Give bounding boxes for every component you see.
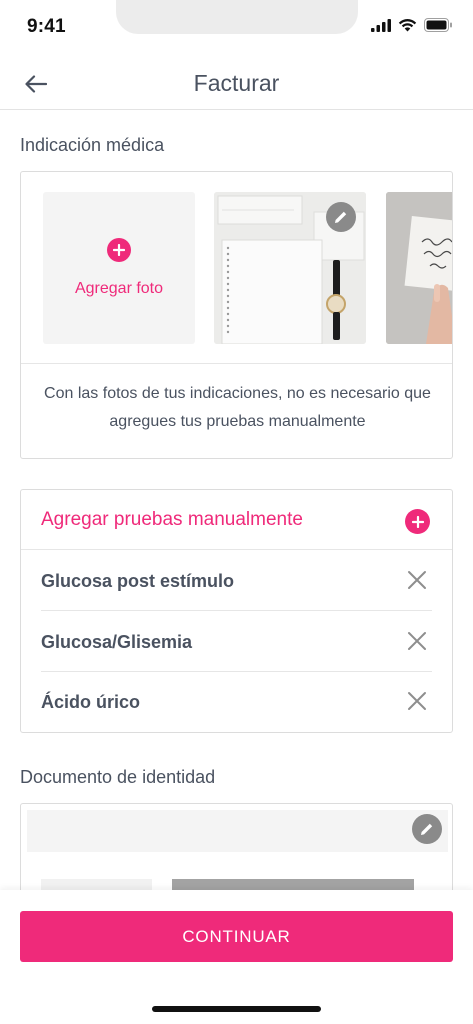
test-item: Glucosa post estímulo — [41, 551, 432, 611]
close-icon — [408, 632, 426, 650]
status-bar: 9:41 — [0, 0, 473, 56]
test-item-label: Ácido úrico — [41, 692, 141, 712]
wifi-icon — [398, 19, 417, 32]
close-icon — [408, 692, 426, 710]
test-item-label: Glucosa/Glisemia — [41, 632, 193, 652]
signal-icon — [371, 18, 391, 32]
device-notch — [116, 0, 358, 34]
photo-thumbnail[interactable] — [214, 192, 366, 344]
identity-document-label: Documento de identidad — [20, 767, 216, 787]
medical-indication-label: Indicación médica — [20, 135, 165, 155]
document-preview-strip — [27, 810, 448, 852]
edit-document-button[interactable] — [412, 814, 442, 844]
remove-test-button[interactable] — [406, 569, 428, 591]
footer-bar: CONTINUAR — [0, 890, 473, 1024]
photo-thumbnail[interactable] — [386, 192, 452, 344]
add-tests-manually-button[interactable]: Agregar pruebas manualmente — [21, 490, 452, 550]
add-photo-label: Agregar foto — [74, 280, 164, 297]
status-icons — [371, 18, 453, 32]
test-item: Ácido úrico — [41, 672, 432, 732]
test-item: Glucosa/Glisemia — [41, 612, 432, 672]
pencil-icon — [335, 211, 347, 223]
close-icon — [408, 571, 426, 589]
home-indicator — [152, 1006, 321, 1012]
photo-info-text: Con las fotos de tus indicaciones, no es… — [44, 385, 431, 430]
add-photo-button[interactable]: Agregar foto — [43, 192, 195, 344]
continue-button[interactable]: CONTINUAR — [20, 911, 453, 962]
handwritten-card-image — [386, 192, 452, 344]
remove-test-button[interactable] — [406, 690, 428, 712]
plus-icon — [405, 509, 430, 534]
add-tests-label: Agregar pruebas manualmente — [41, 509, 303, 530]
app-header: Facturar — [0, 56, 473, 110]
plus-icon — [107, 238, 131, 262]
pencil-icon — [421, 823, 433, 835]
status-time: 9:41 — [27, 16, 66, 37]
remove-test-button[interactable] — [406, 630, 428, 652]
tests-card: Agregar pruebas manualmente Glucosa post… — [20, 489, 453, 733]
edit-photo-button[interactable] — [326, 202, 356, 232]
test-item-label: Glucosa post estímulo — [41, 571, 235, 591]
photos-carousel[interactable]: Agregar foto — [21, 172, 452, 364]
medical-indication-card: Agregar foto Con las fotos de tus indica… — [20, 171, 453, 459]
page-title: Facturar — [193, 70, 280, 96]
battery-icon — [424, 18, 452, 32]
